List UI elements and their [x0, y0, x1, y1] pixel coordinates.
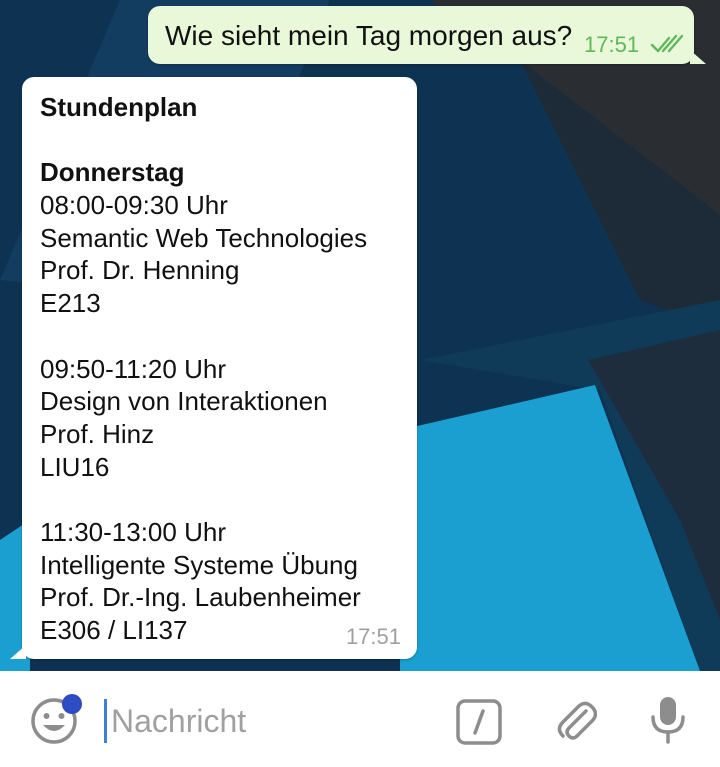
lecture-lecturer: Prof. Dr. Henning — [40, 255, 240, 286]
schedule-title: Stundenplan — [40, 92, 198, 122]
notification-dot — [62, 694, 82, 714]
lecture-course: Design von Interaktionen — [40, 386, 328, 417]
lecture-room: LIU16 — [40, 451, 110, 482]
lecture-lecturer: Prof. Hinz — [40, 418, 155, 449]
chat-wallpaper: Wie sieht mein Tag morgen aus? 17:51 Stu… — [0, 0, 720, 671]
outgoing-message-bubble[interactable]: Wie sieht mein Tag morgen aus? 17:51 — [148, 6, 706, 64]
double-check-icon — [650, 32, 684, 56]
lecture-course: Semantic Web Technologies — [40, 222, 368, 253]
bot-command-icon[interactable] — [456, 699, 502, 745]
lecture-course: Intelligente Systeme Übung — [40, 549, 358, 580]
paperclip-icon[interactable] — [555, 697, 597, 745]
schedule-day: Donnerstag — [40, 157, 185, 188]
bubble-tail — [690, 50, 706, 64]
lecture-lecturer: Prof. Dr.-Ing. Laubenheimer — [40, 582, 361, 613]
bubble-tail — [10, 645, 26, 659]
outgoing-message-text: Wie sieht mein Tag morgen aus? — [165, 20, 573, 51]
message-input[interactable] — [104, 699, 441, 743]
lecture-room: E213 — [40, 288, 101, 319]
microphone-icon[interactable] — [650, 695, 686, 745]
incoming-message-body: Stundenplan Donnerstag 08:00-09:30 Uhr S… — [40, 91, 410, 647]
lecture-time: 09:50-11:20 Uhr — [40, 353, 226, 384]
message-input-bar — [0, 671, 720, 767]
incoming-message-time: 17:51 — [345, 624, 401, 649]
lecture-time: 11:30-13:00 Uhr — [40, 516, 226, 547]
incoming-message-bubble[interactable]: Stundenplan Donnerstag 08:00-09:30 Uhr S… — [10, 77, 417, 659]
outgoing-message-time: 17:51 — [584, 32, 640, 57]
lecture-time: 08:00-09:30 Uhr — [40, 190, 228, 221]
